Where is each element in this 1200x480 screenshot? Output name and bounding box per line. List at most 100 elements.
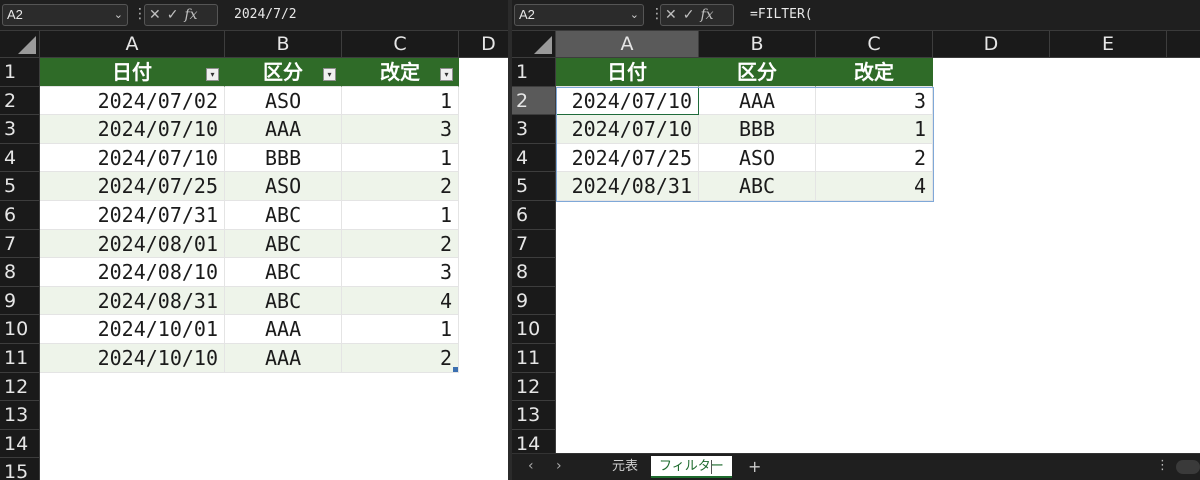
checkmark-icon[interactable]: ✓: [167, 5, 179, 25]
x-icon[interactable]: ✕: [665, 5, 677, 25]
row-header[interactable]: 7: [512, 229, 556, 259]
horizontal-scrollbar[interactable]: [1176, 460, 1200, 474]
name-box[interactable]: A2 ⌄: [2, 4, 128, 26]
row-header[interactable]: 2: [512, 86, 556, 116]
date-cell[interactable]: 2024/07/10: [556, 86, 699, 116]
row-header[interactable]: 12: [0, 372, 40, 402]
row-header[interactable]: 4: [0, 143, 40, 173]
more-options-icon[interactable]: ⋮: [1156, 458, 1169, 473]
column-header-b[interactable]: B: [225, 31, 342, 58]
category-cell[interactable]: ABC: [225, 258, 342, 287]
add-sheet-icon[interactable]: +: [748, 457, 761, 476]
date-cell[interactable]: 2024/08/31: [556, 172, 699, 201]
filter-header-category[interactable]: 区分: [699, 58, 816, 87]
row-header[interactable]: 11: [512, 344, 556, 373]
column-header-e[interactable]: E: [1050, 31, 1167, 58]
revision-cell[interactable]: 4: [816, 172, 933, 201]
x-icon[interactable]: ✕: [149, 5, 161, 25]
filter-header-date[interactable]: 日付: [556, 58, 699, 87]
filter-dropdown-icon[interactable]: ▾: [440, 68, 453, 81]
formula-input[interactable]: 2024/7/2: [224, 4, 504, 26]
column-header-a[interactable]: A: [40, 31, 225, 58]
filter-dropdown-icon[interactable]: ▾: [323, 68, 336, 81]
category-cell[interactable]: ASO: [225, 86, 342, 116]
row-header[interactable]: 14: [0, 429, 40, 459]
date-cell[interactable]: 2024/08/10: [40, 258, 225, 287]
category-cell[interactable]: ASO: [699, 143, 816, 173]
revision-cell[interactable]: 1: [342, 143, 459, 173]
column-header-f[interactable]: [1167, 31, 1200, 58]
table-header-date[interactable]: 日付 ▾: [40, 58, 225, 87]
row-header[interactable]: 11: [0, 344, 40, 373]
row-header[interactable]: 13: [512, 401, 556, 430]
revision-cell[interactable]: 2: [342, 344, 459, 373]
revision-cell[interactable]: 1: [342, 201, 459, 230]
date-cell[interactable]: 2024/07/02: [40, 86, 225, 116]
chevron-right-icon[interactable]: ›: [556, 458, 562, 474]
row-header[interactable]: 8: [512, 258, 556, 287]
checkmark-icon[interactable]: ✓: [683, 5, 695, 25]
chevron-left-icon[interactable]: ‹: [528, 458, 534, 474]
row-header[interactable]: 4: [512, 143, 556, 173]
fx-icon[interactable]: fx: [184, 5, 197, 25]
name-box[interactable]: A2 ⌄: [514, 4, 644, 26]
row-header[interactable]: 2: [0, 86, 40, 116]
column-header-a[interactable]: A: [556, 31, 699, 58]
row-header[interactable]: 9: [512, 286, 556, 316]
date-cell[interactable]: 2024/07/10: [40, 143, 225, 173]
table-header-category[interactable]: 区分 ▾: [225, 58, 342, 87]
row-header[interactable]: 6: [512, 201, 556, 230]
row-header[interactable]: 15: [0, 458, 40, 480]
revision-cell[interactable]: 3: [816, 86, 933, 116]
date-cell[interactable]: 2024/07/25: [556, 143, 699, 173]
row-header[interactable]: 3: [512, 115, 556, 144]
select-all-corner[interactable]: [512, 31, 556, 58]
category-cell[interactable]: BBB: [225, 143, 342, 173]
category-cell[interactable]: AAA: [225, 344, 342, 373]
row-header[interactable]: 13: [0, 401, 40, 430]
date-cell[interactable]: 2024/08/31: [40, 286, 225, 316]
revision-cell[interactable]: 2: [342, 229, 459, 259]
date-cell[interactable]: 2024/08/01: [40, 229, 225, 259]
date-cell[interactable]: 2024/07/25: [40, 172, 225, 201]
date-cell[interactable]: 2024/07/10: [40, 115, 225, 144]
fx-icon[interactable]: fx: [700, 5, 713, 25]
chevron-down-icon[interactable]: ⌄: [630, 5, 639, 25]
column-header-c[interactable]: C: [342, 31, 459, 58]
row-header[interactable]: 5: [0, 172, 40, 201]
category-cell[interactable]: ABC: [699, 172, 816, 201]
category-cell[interactable]: AAA: [225, 115, 342, 144]
revision-cell[interactable]: 1: [816, 115, 933, 144]
date-cell[interactable]: 2024/07/10: [556, 115, 699, 144]
row-header[interactable]: 3: [0, 115, 40, 144]
filter-header-revision[interactable]: 改定: [816, 58, 933, 87]
sheet-tab-source[interactable]: 元表: [604, 456, 646, 478]
column-header-b[interactable]: B: [699, 31, 816, 58]
column-header-d[interactable]: D: [933, 31, 1050, 58]
sheet-tab-filter[interactable]: フィルター: [651, 456, 732, 478]
formula-input[interactable]: =FILTER(: [740, 4, 1196, 26]
date-cell[interactable]: 2024/10/01: [40, 315, 225, 344]
category-cell[interactable]: ABC: [225, 201, 342, 230]
category-cell[interactable]: ABC: [225, 286, 342, 316]
chevron-down-icon[interactable]: ⌄: [114, 5, 123, 25]
revision-cell[interactable]: 3: [342, 258, 459, 287]
row-header[interactable]: 9: [0, 286, 40, 316]
row-header[interactable]: 1: [0, 58, 40, 87]
revision-cell[interactable]: 3: [342, 115, 459, 144]
category-cell[interactable]: ASO: [225, 172, 342, 201]
revision-cell[interactable]: 1: [342, 315, 459, 344]
column-header-d[interactable]: D: [459, 31, 508, 58]
category-cell[interactable]: ABC: [225, 229, 342, 259]
row-header[interactable]: 7: [0, 229, 40, 259]
category-cell[interactable]: BBB: [699, 115, 816, 144]
table-header-revision[interactable]: 改定 ▾: [342, 58, 459, 87]
row-header[interactable]: 12: [512, 372, 556, 402]
revision-cell[interactable]: 1: [342, 86, 459, 116]
revision-cell[interactable]: 2: [342, 172, 459, 201]
select-all-corner[interactable]: [0, 31, 40, 58]
category-cell[interactable]: AAA: [225, 315, 342, 344]
row-header[interactable]: 6: [0, 201, 40, 230]
category-cell[interactable]: AAA: [699, 86, 816, 116]
sort-filter-icon[interactable]: ▾: [206, 68, 219, 81]
